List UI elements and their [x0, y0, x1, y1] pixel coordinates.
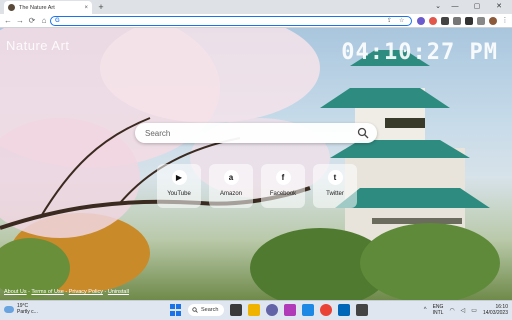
taskbar-clock[interactable]: 16:10 14/03/2023 [483, 304, 508, 316]
extension-icon[interactable] [441, 17, 449, 25]
forward-button[interactable]: → [15, 16, 25, 26]
app-icon[interactable] [284, 304, 296, 316]
task-view-icon[interactable] [230, 304, 242, 316]
minimize-button[interactable]: — [444, 0, 466, 14]
chrome-icon[interactable] [320, 304, 332, 316]
file-explorer-icon[interactable] [248, 304, 260, 316]
search-input[interactable] [145, 125, 345, 141]
app-icon[interactable] [356, 304, 368, 316]
teams-icon[interactable] [266, 304, 278, 316]
amazon-icon: a [223, 170, 239, 185]
share-icon[interactable]: ⇪ [387, 17, 392, 25]
shortcut-youtube[interactable]: ▶ YouTube [157, 164, 201, 208]
browser-toolbar: ← → ⟳ ⌂ G ⇪ ☆ ⋮ [0, 14, 512, 28]
shortcut-label: Twitter [326, 191, 344, 197]
about-us-link[interactable]: About Us [4, 289, 27, 295]
search-box[interactable] [135, 123, 377, 143]
bookmark-star-icon[interactable]: ☆ [399, 17, 404, 25]
facebook-icon: f [275, 170, 291, 185]
extensions-puzzle-icon[interactable] [465, 17, 473, 25]
weather-cloud-icon [4, 305, 14, 313]
language-indicator[interactable]: ENG INTL [433, 304, 444, 316]
brand-title: Nature Art [6, 38, 70, 53]
menu-dots-icon[interactable]: ⋮ [500, 16, 510, 26]
wifi-icon[interactable]: ◠ [449, 307, 454, 314]
youtube-icon: ▶ [171, 170, 187, 185]
shortcut-label: YouTube [167, 191, 191, 197]
search-icon [192, 307, 198, 313]
shortcut-facebook[interactable]: f Facebook [261, 164, 305, 208]
browser-tab[interactable]: The Nature Art × [4, 1, 92, 14]
start-button-icon[interactable] [170, 304, 182, 316]
shortcut-label: Amazon [219, 191, 242, 197]
shortcut-label: Facebook [269, 191, 297, 197]
tab-favicon-icon [8, 4, 15, 11]
volume-icon[interactable]: ◁ [461, 307, 466, 314]
back-button[interactable]: ← [3, 16, 13, 26]
terms-of-use-link[interactable]: Terms of Use [31, 289, 63, 295]
profile-avatar[interactable] [489, 17, 497, 25]
os-taskbar: 19°C Partly c... Search ^ ENG INTL ◠ ◁ ▭… [0, 300, 512, 320]
mail-icon[interactable] [302, 304, 314, 316]
privacy-policy-link[interactable]: Privacy Policy [69, 289, 103, 295]
vscode-icon[interactable] [338, 304, 350, 316]
taskbar-apps: Search [170, 304, 368, 316]
google-g-icon: G [55, 18, 60, 24]
clock-display: 04:10:27 PM [341, 40, 498, 65]
taskbar-search-label: Search [201, 307, 219, 313]
sidebar-icon[interactable] [477, 17, 485, 25]
extension-icon[interactable] [417, 17, 425, 25]
twitter-icon: t [327, 170, 343, 185]
close-window-button[interactable]: ✕ [488, 0, 510, 14]
reload-button[interactable]: ⟳ [27, 16, 37, 26]
shortcut-amazon[interactable]: a Amazon [209, 164, 253, 208]
new-tab-button[interactable]: + [96, 2, 106, 12]
battery-icon[interactable]: ▭ [471, 307, 477, 314]
tray-chevron-icon[interactable]: ^ [424, 307, 427, 313]
taskbar-date: 14/03/2023 [482, 310, 508, 316]
extension-icon[interactable] [429, 17, 437, 25]
maximize-button[interactable]: ▢ [466, 0, 488, 14]
tab-close-icon[interactable]: × [84, 5, 88, 11]
extension-icon[interactable] [453, 17, 461, 25]
weather-desc: Partly c... [17, 309, 38, 315]
search-icon[interactable] [357, 127, 369, 139]
new-tab-page: Nature Art 04:10:27 PM ▶ YouTube a Amazo… [0, 28, 512, 300]
shortcut-tiles: ▶ YouTube a Amazon f Facebook t Twitter [157, 164, 357, 208]
uninstall-link[interactable]: Uninstall [108, 289, 129, 295]
window-controls: ⌄ — ▢ ✕ [432, 0, 510, 14]
home-button[interactable]: ⌂ [39, 16, 49, 26]
system-tray: ^ ENG INTL ◠ ◁ ▭ 16:10 14/03/2023 [424, 304, 508, 316]
taskbar-search[interactable]: Search [188, 304, 224, 316]
tab-search-chevron-icon[interactable]: ⌄ [432, 0, 444, 14]
shortcut-twitter[interactable]: t Twitter [313, 164, 357, 208]
tab-strip: The Nature Art × + ⌄ — ▢ ✕ [0, 0, 512, 14]
weather-widget[interactable]: 19°C Partly c... [4, 303, 38, 315]
address-bar[interactable]: G ⇪ ☆ [50, 16, 412, 26]
keyboard-layout: INTL [432, 310, 444, 316]
tab-title: The Nature Art [19, 4, 55, 11]
footer-links: About Us - Terms of Use - Privacy Policy… [4, 289, 129, 295]
